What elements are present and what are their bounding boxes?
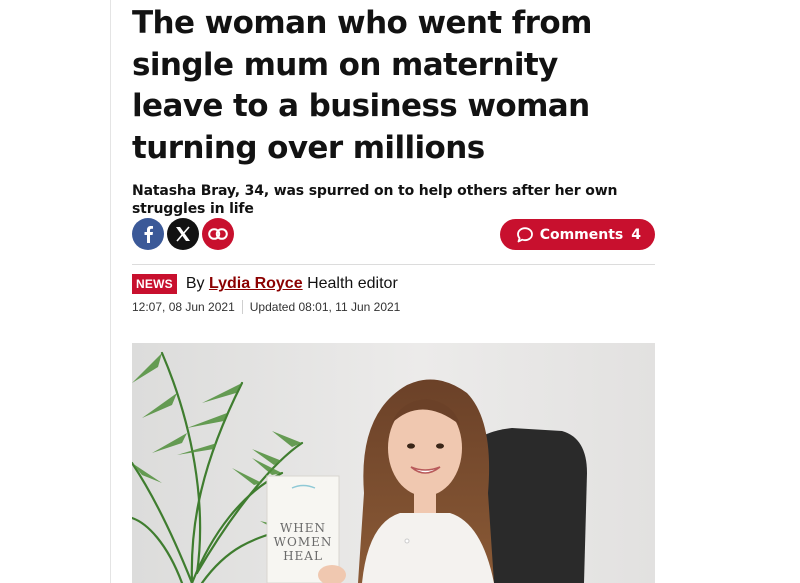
book-title-line-2: WOMEN <box>274 535 333 549</box>
updated-date: Updated 08:01, 11 Jun 2021 <box>249 300 401 314</box>
copy-link-button[interactable] <box>202 218 234 250</box>
share-x-button[interactable] <box>167 218 199 250</box>
comments-label: Comments <box>539 226 624 243</box>
comments-button[interactable]: Comments 4 <box>499 219 655 250</box>
x-icon <box>176 226 190 242</box>
article-headline: The woman who went from single mum on ma… <box>132 5 592 166</box>
article-header: The woman who went from single mum on ma… <box>132 0 655 583</box>
header-divider <box>132 264 655 265</box>
article-dates: 12:07, 08 Jun 2021 Updated 08:01, 11 Jun… <box>132 300 400 314</box>
share-facebook-button[interactable] <box>132 218 164 250</box>
byline-by: By <box>185 275 205 292</box>
article-standfirst: Natasha Bray, 34, was spurred on to help… <box>132 183 618 217</box>
speech-bubble-icon <box>516 226 533 242</box>
facebook-icon <box>144 226 153 243</box>
share-bar: Comments 4 <box>132 218 655 250</box>
date-separator <box>241 300 243 314</box>
link-icon <box>208 228 228 240</box>
hero-photo: WHEN WOMEN HEAL <box>132 343 655 583</box>
book-title-line-1: WHEN <box>280 521 326 535</box>
comments-count: 4 <box>631 226 641 243</box>
hero-image[interactable]: WHEN WOMEN HEAL <box>132 343 655 583</box>
author-link[interactable]: Lydia Royce <box>209 275 303 292</box>
published-date: 12:07, 08 Jun 2021 <box>132 300 235 314</box>
page-left-border <box>110 0 111 583</box>
byline-text: By Lydia Royce Health editor <box>186 275 398 293</box>
book-title-line-3: HEAL <box>283 549 323 563</box>
byline: NEWS By Lydia Royce Health editor <box>132 272 398 296</box>
news-badge[interactable]: NEWS <box>132 274 177 294</box>
author-role: Health editor <box>307 275 398 292</box>
